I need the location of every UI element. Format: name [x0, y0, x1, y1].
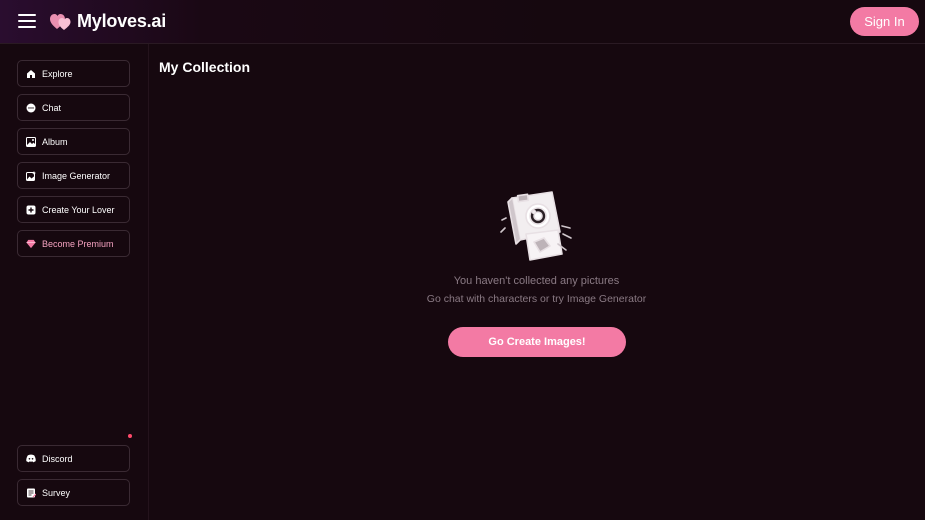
sidebar-item-label: Explore: [42, 68, 73, 79]
album-icon: [26, 136, 36, 147]
sidebar-item-label: Survey: [42, 487, 71, 498]
sidebar-item-become-premium[interactable]: Become Premium: [17, 230, 130, 257]
survey-icon: [26, 488, 36, 498]
sidebar-item-label: Create Your Lover: [42, 204, 115, 215]
sidebar-item-label: Chat: [42, 102, 62, 113]
sidebar-item-image-generator[interactable]: Image Generator: [17, 162, 130, 189]
sidebar-item-label: Discord: [42, 453, 73, 464]
hearts-logo-icon: [50, 13, 71, 30]
chat-icon: [26, 103, 36, 113]
notification-dot: [128, 434, 132, 438]
sidebar-item-label: Album: [42, 136, 68, 147]
home-icon: [26, 69, 36, 79]
sign-in-button[interactable]: Sign In: [850, 7, 919, 36]
discord-icon: [26, 454, 36, 464]
sidebar-item-explore[interactable]: Explore: [17, 60, 130, 87]
sidebar-item-label: Image Generator: [42, 170, 111, 181]
go-create-images-button[interactable]: Go Create Images!: [448, 327, 626, 357]
sidebar-item-survey[interactable]: Survey: [17, 479, 130, 506]
page-title: My Collection: [159, 59, 251, 75]
menu-icon[interactable]: [18, 14, 36, 28]
logo[interactable]: Myloves.ai: [50, 11, 166, 32]
sidebar-item-discord[interactable]: Discord: [17, 445, 130, 472]
plus-icon: [26, 205, 36, 215]
image-generator-icon: [26, 170, 36, 181]
sidebar-item-label: Become Premium: [42, 238, 114, 249]
diamond-icon: [26, 239, 36, 249]
top-bar: Myloves.ai Sign In: [0, 0, 925, 44]
camera-illustration-icon: [500, 186, 574, 271]
empty-state-title: You haven't collected any pictures: [453, 275, 620, 287]
brand-name: Myloves.ai: [77, 11, 167, 31]
sidebar-item-chat[interactable]: Chat: [17, 94, 130, 121]
empty-state-subtitle: Go chat with characters or try Image Gen…: [426, 293, 647, 305]
sidebar-item-album[interactable]: Album: [17, 128, 130, 155]
sidebar-item-create-your-lover[interactable]: Create Your Lover: [17, 196, 130, 223]
